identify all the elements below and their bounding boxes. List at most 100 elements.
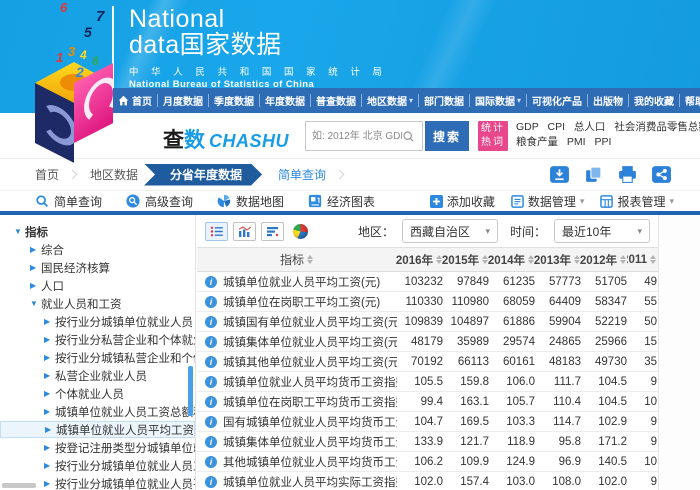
- view-pie-chart-button[interactable]: [289, 222, 312, 241]
- tree-item[interactable]: ▶ 按行业分城镇单位就业人员工资总: [0, 457, 195, 474]
- report-management-menu[interactable]: 报表管理 ▾: [600, 193, 674, 210]
- chevron-down-icon: ▾: [637, 226, 642, 237]
- info-icon[interactable]: i: [205, 276, 217, 288]
- nav-item[interactable]: 国际数据 ▾: [469, 94, 526, 107]
- hot-words-line1[interactable]: GDP CPI 总人口 社会消费品零售总额: [516, 120, 700, 135]
- table-column-header-indicator[interactable]: 指标: [197, 251, 397, 268]
- table-cell-value: 124.9: [489, 456, 535, 468]
- table-column-header-year[interactable]: 2015年: [443, 252, 489, 268]
- tree-toggle-icon[interactable]: ▶: [44, 317, 55, 326]
- share-icon[interactable]: [651, 165, 672, 184]
- nav-item[interactable]: 年度数据: [259, 94, 310, 107]
- breadcrumb-current[interactable]: 简单查询: [278, 166, 326, 183]
- sort-icon: [528, 255, 535, 264]
- table-column-header-year[interactable]: 2016年: [397, 252, 443, 268]
- region-select[interactable]: 西藏自治区 ▾: [402, 219, 498, 243]
- breadcrumb-active-tag[interactable]: 分省年度数据: [144, 164, 262, 186]
- tree-item[interactable]: ▶ 国民经济核算: [0, 259, 195, 276]
- info-icon[interactable]: i: [205, 356, 217, 368]
- nav-item[interactable]: 部门数据: [418, 94, 469, 107]
- nav-item[interactable]: 我的收藏: [628, 94, 679, 107]
- hot-words-line2[interactable]: 粮食产量 PMI PPI: [516, 135, 700, 150]
- tree-toggle-icon[interactable]: ▶: [44, 461, 55, 470]
- tree-toggle-icon[interactable]: ▶: [44, 479, 55, 488]
- print-icon[interactable]: [617, 165, 638, 184]
- tree-item[interactable]: ▶ 按行业分城镇单位就业人员: [0, 313, 195, 330]
- nav-item[interactable]: 帮助: [679, 94, 700, 107]
- indicator-name: 城镇单位就业人员平均货币工资指数(上年=100): [223, 374, 397, 390]
- info-icon[interactable]: i: [205, 436, 217, 448]
- document-list-icon: [511, 195, 524, 208]
- info-icon[interactable]: i: [205, 376, 217, 388]
- tab-data-map[interactable]: 数据地图: [217, 193, 284, 210]
- tree-toggle-icon[interactable]: ▶: [30, 263, 41, 272]
- tree-toggle-icon[interactable]: ▶: [44, 353, 55, 362]
- site-logo[interactable]: National data国家数据 中 华 人 民 共 和 国 国 家 统 计 …: [112, 6, 387, 90]
- view-table-button[interactable]: [205, 222, 228, 241]
- view-bar-chart-button[interactable]: [233, 222, 256, 241]
- info-icon[interactable]: i: [205, 316, 217, 328]
- nav-item[interactable]: 季度数据: [208, 94, 259, 107]
- chevron-down-icon: ▾: [409, 96, 413, 105]
- tree-item[interactable]: ▼ 就业人员和工资: [0, 295, 195, 312]
- tree-toggle-icon[interactable]: ▶: [44, 443, 55, 452]
- tree-item[interactable]: ▶ 城镇单位就业人员平均工资和指数: [0, 421, 195, 438]
- pie-chart-icon: [293, 224, 308, 239]
- sidebar-horizontal-scrollbar[interactable]: [2, 483, 36, 488]
- time-select[interactable]: 最近10年 ▾: [554, 219, 650, 243]
- table-cell-value: 118.9: [489, 436, 535, 448]
- tree-item[interactable]: ▶ 个体就业人员: [0, 385, 195, 402]
- table-row-label-cell: i 城镇集体单位就业人员平均工资(元): [197, 334, 397, 350]
- tree-toggle-icon[interactable]: ▶: [30, 281, 41, 290]
- tree-item[interactable]: ▶ 按行业分城镇私营企业和个体就业: [0, 349, 195, 366]
- breadcrumb-home[interactable]: 首页: [35, 166, 59, 183]
- info-icon[interactable]: i: [205, 296, 217, 308]
- search-input[interactable]: [306, 123, 402, 149]
- download-icon[interactable]: [549, 165, 570, 184]
- tree-toggle-icon[interactable]: ▼: [14, 227, 25, 236]
- table-column-header-year[interactable]: 2013年: [535, 252, 581, 268]
- tree-toggle-icon[interactable]: ▶: [44, 389, 55, 398]
- tree-toggle-icon[interactable]: ▶: [30, 245, 41, 254]
- tree-item[interactable]: ▶ 按行业分私营企业和个体就业人员: [0, 331, 195, 348]
- tree-toggle-icon[interactable]: ▼: [30, 299, 41, 308]
- chevron-right-icon: [335, 170, 345, 180]
- info-icon[interactable]: i: [205, 416, 217, 428]
- nav-item[interactable]: 普查数据: [310, 94, 361, 107]
- tree-toggle-icon[interactable]: ▶: [44, 371, 55, 380]
- tree-item[interactable]: ▶ 私营企业就业人员: [0, 367, 195, 384]
- search-button[interactable]: 搜索: [425, 121, 469, 151]
- info-icon[interactable]: i: [205, 336, 217, 348]
- nav-item[interactable]: 出版物: [587, 94, 628, 107]
- view-hbar-chart-button[interactable]: [261, 222, 284, 241]
- table-column-header-year[interactable]: 2012年: [581, 252, 627, 268]
- breadcrumb-region-data[interactable]: 地区数据: [90, 166, 138, 183]
- table-column-header-year[interactable]: 2014年: [489, 252, 535, 268]
- tab-advanced-query[interactable]: 高级查询: [126, 193, 193, 210]
- tree-item[interactable]: ▶ 按登记注册类型分城镇单位就业人: [0, 439, 195, 456]
- data-management-menu[interactable]: 数据管理 ▾: [511, 193, 585, 210]
- tree-item[interactable]: ▶ 综合: [0, 241, 195, 258]
- copy-icon[interactable]: [583, 165, 604, 184]
- tree-toggle-icon[interactable]: ▶: [44, 335, 55, 344]
- tree-item[interactable]: ▶ 人口: [0, 277, 195, 294]
- tree-item[interactable]: ▶ 城镇单位就业人员工资总额和指数: [0, 403, 195, 420]
- table-cell-value: 97849: [443, 276, 489, 288]
- nav-item[interactable]: 地区数据 ▾: [361, 94, 418, 107]
- logo-digit: 5: [84, 24, 92, 40]
- info-icon[interactable]: i: [205, 476, 217, 488]
- nav-item-label: 年度数据: [265, 93, 305, 108]
- info-icon[interactable]: i: [205, 456, 217, 468]
- table-column-header-year[interactable]: 2011: [627, 252, 657, 268]
- add-favorite-button[interactable]: 添加收藏: [430, 193, 495, 210]
- info-icon[interactable]: i: [205, 396, 217, 408]
- nav-item-label: 出版物: [593, 93, 623, 108]
- tab-simple-query[interactable]: 简单查询: [35, 193, 102, 210]
- nav-item[interactable]: 可视化产品: [526, 94, 587, 107]
- sidebar-vertical-scrollbar[interactable]: [188, 366, 193, 416]
- tab-economy-chart[interactable]: 经济图表: [308, 193, 375, 210]
- tree-toggle-icon[interactable]: ▶: [45, 425, 56, 434]
- nav-item[interactable]: 月度数据: [157, 94, 208, 107]
- tree-toggle-icon[interactable]: ▶: [44, 407, 55, 416]
- tree-item[interactable]: ▼ 指标: [0, 223, 195, 240]
